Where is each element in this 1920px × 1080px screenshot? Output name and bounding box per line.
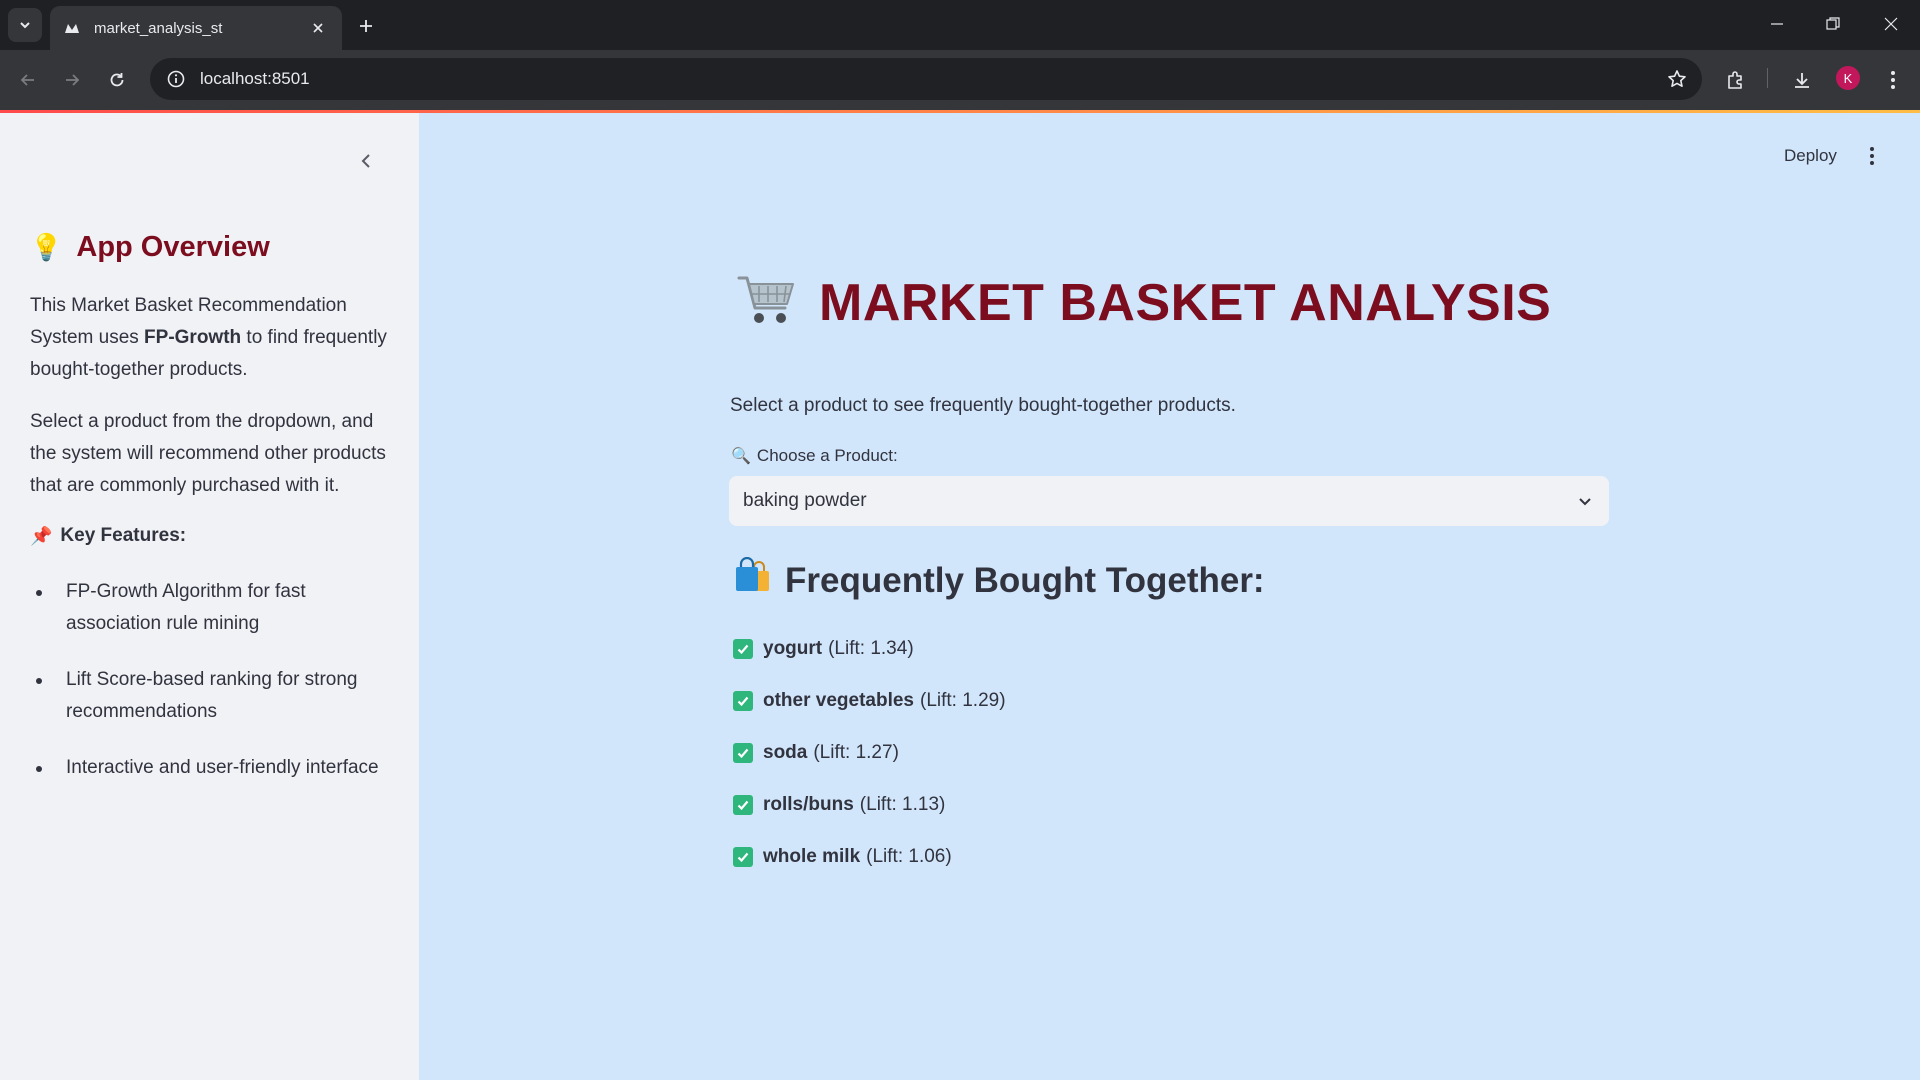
close-window-button[interactable] xyxy=(1868,8,1914,40)
features-heading: 📌 Key Features: xyxy=(30,525,186,547)
checkmark-icon xyxy=(733,847,753,867)
pushpin-icon: 📌 xyxy=(30,525,53,546)
recommendation-name: yogurt xyxy=(763,638,823,659)
app-viewport: 💡 App Overview This Market Basket Recomm… xyxy=(0,110,1920,1080)
recommendation-lift: (Lift: 1.27) xyxy=(813,742,899,763)
close-icon xyxy=(1884,17,1898,31)
download-icon xyxy=(1795,73,1809,88)
features-list: FP-Growth Algorithm for fast association… xyxy=(36,576,396,808)
restore-button[interactable] xyxy=(1810,8,1856,40)
selected-product: baking powder xyxy=(743,490,867,511)
browser-menu-button[interactable] xyxy=(1877,64,1909,96)
feature-item: Interactive and user-friendly interface xyxy=(36,752,396,784)
extensions-button[interactable] xyxy=(1720,64,1752,96)
reload-icon xyxy=(110,73,124,87)
url-text: localhost:8501 xyxy=(200,69,310,88)
recommendation-name: soda xyxy=(763,742,808,763)
site-info-icon[interactable] xyxy=(164,67,188,91)
recommendation-lift: (Lift: 1.34) xyxy=(828,638,914,659)
browser-tab-strip: market_analysis_st xyxy=(0,0,1920,50)
subtitle: Select a product to see frequently bough… xyxy=(730,395,1236,416)
recommendation-item: yogurt (Lift: 1.34) xyxy=(733,623,1006,675)
streamlit-favicon-icon xyxy=(64,20,80,36)
checkmark-icon xyxy=(733,639,753,659)
plus-icon xyxy=(360,20,372,32)
new-tab-button[interactable] xyxy=(352,12,380,40)
chevron-left-icon xyxy=(361,154,370,168)
browser-tab[interactable]: market_analysis_st xyxy=(50,6,342,50)
recommendation-item: rolls/buns (Lift: 1.13) xyxy=(733,779,1006,831)
more-vertical-icon xyxy=(1891,71,1895,89)
results-heading-text: Frequently Bought Together: xyxy=(785,560,1265,600)
results-heading: Frequently Bought Together: xyxy=(733,556,1265,604)
browser-toolbar: localhost:8501 xyxy=(0,50,1920,110)
recommendation-name: whole milk xyxy=(763,846,861,867)
sidebar-heading: 💡 App Overview xyxy=(30,231,270,264)
forward-button[interactable] xyxy=(56,64,88,96)
deploy-button[interactable]: Deploy xyxy=(1784,146,1837,166)
address-bar[interactable]: localhost:8501 xyxy=(150,58,1702,100)
collapse-sidebar-button[interactable] xyxy=(352,147,380,175)
minimize-button[interactable] xyxy=(1754,8,1800,40)
checkmark-icon xyxy=(733,691,753,711)
app-menu-button[interactable] xyxy=(1860,140,1884,172)
more-vertical-icon xyxy=(1870,147,1874,165)
checkmark-icon xyxy=(733,795,753,815)
page-title: MARKET BASKET ANALYSIS xyxy=(737,272,1551,333)
feature-item: Lift Score-based ranking for strong reco… xyxy=(36,664,396,728)
recommendation-lift: (Lift: 1.13) xyxy=(859,794,946,815)
recommendation-item: soda (Lift: 1.27) xyxy=(733,727,1006,779)
profile-avatar[interactable]: K xyxy=(1836,66,1860,90)
sidebar-instructions: Select a product from the dropdown, and … xyxy=(30,411,386,496)
features-heading-text: Key Features: xyxy=(60,525,187,546)
puzzle-icon xyxy=(1728,71,1742,89)
tab-search-button[interactable] xyxy=(8,8,42,42)
shopping-bags-icon xyxy=(733,556,773,604)
page-title-text: MARKET BASKET ANALYSIS xyxy=(819,273,1552,332)
select-label-text: Choose a Product: xyxy=(756,446,898,465)
magnifier-icon: 🔍 xyxy=(731,448,751,465)
close-tab-icon[interactable] xyxy=(308,18,328,38)
back-button[interactable] xyxy=(12,64,44,96)
tab-title: market_analysis_st xyxy=(94,19,223,37)
intro-bold-text: FP-Growth xyxy=(144,327,242,348)
lightbulb-icon: 💡 xyxy=(30,232,63,262)
recommendation-item: other vegetables (Lift: 1.29) xyxy=(733,675,1006,727)
sidebar-heading-text: App Overview xyxy=(76,231,270,263)
feature-item: FP-Growth Algorithm for fast association… xyxy=(36,576,396,640)
recommendation-lift: (Lift: 1.29) xyxy=(920,690,1006,711)
sidebar-intro: This Market Basket Recommendation System… xyxy=(30,290,395,386)
minimize-icon xyxy=(1771,23,1783,25)
chevron-down-icon xyxy=(20,22,30,29)
restore-icon xyxy=(1826,17,1840,30)
recommendation-name: rolls/buns xyxy=(763,794,854,815)
recommendation-name: other vegetables xyxy=(763,690,914,711)
product-select[interactable]: baking powder xyxy=(729,476,1609,526)
product-select-label: 🔍 Choose a Product: xyxy=(731,446,898,466)
recommendations-list: yogurt (Lift: 1.34) other vegetables (Li… xyxy=(733,623,1006,883)
toolbar-separator xyxy=(1767,68,1768,88)
recommendation-lift: (Lift: 1.06) xyxy=(866,846,952,867)
checkmark-icon xyxy=(733,743,753,763)
downloads-button[interactable] xyxy=(1786,64,1818,96)
bookmark-star-icon[interactable] xyxy=(1666,68,1688,90)
reload-button[interactable] xyxy=(101,64,133,96)
shopping-cart-icon xyxy=(737,272,797,333)
arrow-left-icon xyxy=(20,74,34,86)
chevron-down-icon[interactable] xyxy=(1575,491,1595,511)
sidebar: 💡 App Overview This Market Basket Recomm… xyxy=(0,113,419,1080)
recommendation-item: whole milk (Lift: 1.06) xyxy=(733,831,1006,883)
arrow-right-icon xyxy=(66,74,80,86)
